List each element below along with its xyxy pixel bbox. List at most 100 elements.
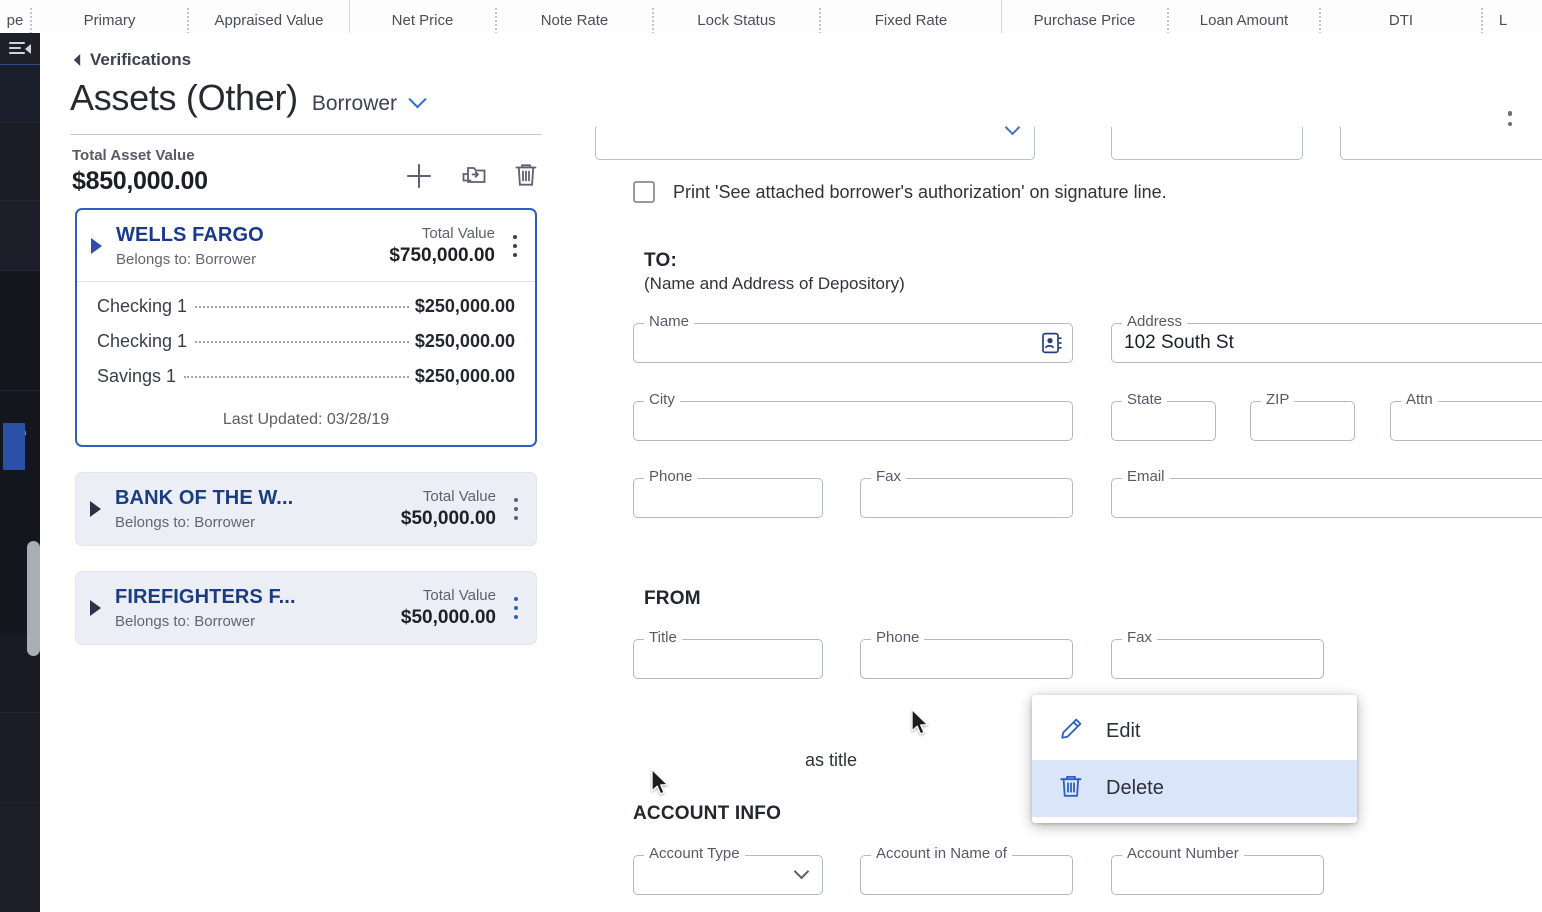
plus-icon[interactable] — [405, 161, 433, 191]
zip-field[interactable]: ZIP — [1250, 391, 1355, 441]
leader-dots — [195, 306, 409, 308]
address-field[interactable]: Address 102 South St — [1111, 313, 1542, 363]
account-in-name-of-field[interactable]: Account in Name of — [860, 845, 1073, 895]
folder-move-icon[interactable] — [459, 161, 487, 191]
total-asset-value-label: Total Asset Value — [72, 147, 195, 164]
account-type-field[interactable]: Account Type — [633, 845, 823, 895]
truncated-field-3[interactable] — [1340, 127, 1542, 160]
rail-scrollbar-thumb[interactable] — [27, 541, 40, 656]
app-navigation-rail[interactable] — [0, 33, 40, 912]
asset-card[interactable]: WELLS FARGO Belongs to: Borrower Total Val… — [75, 208, 537, 447]
to-section-title: TO: — [644, 250, 677, 271]
email-field[interactable]: Email — [1111, 468, 1542, 518]
bank-name: FIREFIGHTERS F... — [115, 586, 296, 608]
account-row[interactable]: Checking 1 $250,000.00 — [97, 331, 515, 352]
from-section-title: FROM — [644, 588, 701, 609]
asset-card-names: FIREFIGHTERS F... Belongs to: Borrower — [115, 586, 401, 630]
account-name: Checking 1 — [97, 296, 188, 316]
expand-triangle-icon[interactable] — [91, 237, 102, 254]
total-value-amount: $50,000.00 — [400, 508, 496, 529]
total-asset-value-amount: $850,000.00 — [72, 167, 208, 195]
asset-account-list: Checking 1 $250,000.00 Checking 1 $250,000.… — [77, 282, 535, 407]
account-number-field-label: Account Number — [1122, 845, 1244, 862]
rail-active-item-indicator[interactable] — [3, 423, 25, 470]
truncated-dropdown-field[interactable] — [595, 119, 1035, 160]
rail-collapse-button[interactable] — [0, 33, 40, 65]
asset-card-values: Total Value $50,000.00 — [401, 488, 496, 530]
from-title-field[interactable]: Title — [633, 629, 823, 679]
assets-other-page: Verifications Assets (Other) Borrower To… — [40, 33, 1542, 912]
fax-field[interactable]: Fax — [860, 468, 1073, 518]
context-menu-item-label: Delete — [1106, 777, 1164, 799]
email-field-label: Email — [1122, 468, 1170, 485]
address-field-value: 102 South St — [1124, 332, 1234, 353]
asset-card-menu-button[interactable] — [508, 597, 524, 619]
account-in-name-of-field-label: Account in Name of — [871, 845, 1012, 862]
borrower-selector-label[interactable]: Borrower — [312, 92, 397, 116]
from-phone-field[interactable]: Phone — [860, 629, 1073, 679]
chevron-down-icon — [1004, 119, 1021, 136]
collapse-menu-icon — [9, 41, 31, 56]
asset-card-values: Total Value $50,000.00 — [401, 587, 496, 629]
trash-icon — [1058, 773, 1084, 804]
account-row[interactable]: Checking 1 $250,000.00 — [97, 296, 515, 317]
total-value-label: Total Value — [422, 488, 496, 505]
context-menu-item-delete[interactable]: Delete — [1032, 760, 1357, 817]
chevron-left-icon — [73, 54, 81, 66]
print-authorization-checkbox[interactable] — [633, 181, 655, 203]
print-authorization-checkbox-row[interactable]: Print 'See attached borrower's authoriza… — [633, 181, 1167, 203]
account-type-field-label: Account Type — [644, 845, 745, 862]
phone-field-label: Phone — [644, 468, 698, 485]
print-authorization-label: Print 'See attached borrower's authoriza… — [673, 181, 1167, 202]
account-row[interactable]: Savings 1 $250,000.00 — [97, 366, 515, 387]
state-field-label: State — [1122, 391, 1168, 408]
asset-card-menu-button[interactable] — [508, 498, 524, 520]
address-book-icon[interactable] — [1039, 331, 1063, 355]
mouse-cursor — [911, 708, 929, 735]
expand-triangle-icon[interactable] — [90, 501, 101, 517]
breadcrumb-label: Verifications — [90, 50, 192, 69]
asset-card-names: WELLS FARGO Belongs to: Borrower — [116, 224, 389, 268]
context-menu-item-edit[interactable]: Edit — [1032, 703, 1357, 760]
total-value-amount: $750,000.00 — [389, 244, 495, 266]
from-fax-field-label: Fax — [1122, 629, 1158, 646]
account-number-field[interactable]: Account Number — [1111, 845, 1324, 895]
breadcrumb[interactable]: Verifications — [73, 50, 191, 70]
asset-card[interactable]: BANK OF THE W... Belongs to: Borrower Tota… — [75, 472, 537, 546]
asset-card[interactable]: FIREFIGHTERS F... Belongs to: Borrower Tot… — [75, 571, 537, 645]
total-value-amount: $50,000.00 — [400, 607, 496, 628]
trash-icon[interactable] — [513, 161, 541, 191]
asset-card-menu-button[interactable] — [507, 234, 523, 257]
expand-triangle-icon[interactable] — [90, 600, 101, 616]
account-amount: $250,000.00 — [414, 296, 515, 316]
leader-dots — [184, 376, 409, 378]
page-title-row: Assets (Other) Borrower — [70, 77, 427, 119]
page-title: Assets (Other) — [70, 77, 298, 118]
pencil-icon — [1058, 716, 1084, 747]
asset-context-menu[interactable]: Edit Delete — [1032, 695, 1357, 823]
asset-card-list: WELLS FARGO Belongs to: Borrower Total Val… — [75, 208, 537, 670]
phone-field[interactable]: Phone — [633, 468, 823, 518]
name-field[interactable]: Name — [633, 313, 1073, 363]
attn-field[interactable]: Attn — [1390, 391, 1542, 441]
total-value-label: Total Value — [421, 224, 495, 242]
state-field[interactable]: State — [1111, 391, 1216, 441]
truncated-field-2[interactable] — [1111, 127, 1303, 160]
chevron-down-icon[interactable] — [408, 90, 427, 109]
asset-card-header[interactable]: FIREFIGHTERS F... Belongs to: Borrower Tot… — [76, 572, 536, 644]
account-name: Checking 1 — [97, 331, 188, 351]
rail-scrollbar-track[interactable] — [27, 73, 40, 912]
city-field[interactable]: City — [633, 391, 1073, 441]
account-info-title: ACCOUNT INFO — [633, 803, 782, 824]
city-field-label: City — [644, 391, 680, 408]
asset-card-header[interactable]: BANK OF THE W... Belongs to: Borrower Tota… — [76, 473, 536, 545]
name-field-label: Name — [644, 313, 695, 330]
header-divider — [70, 134, 542, 135]
asset-card-names: BANK OF THE W... Belongs to: Borrower — [115, 487, 401, 531]
fax-field-label: Fax — [871, 468, 907, 485]
account-name: Savings 1 — [97, 366, 177, 386]
from-fax-field[interactable]: Fax — [1111, 629, 1324, 679]
bank-name: BANK OF THE W... — [115, 487, 294, 509]
asset-card-header[interactable]: WELLS FARGO Belongs to: Borrower Total Val… — [77, 210, 535, 282]
from-phone-field-label: Phone — [871, 629, 925, 646]
